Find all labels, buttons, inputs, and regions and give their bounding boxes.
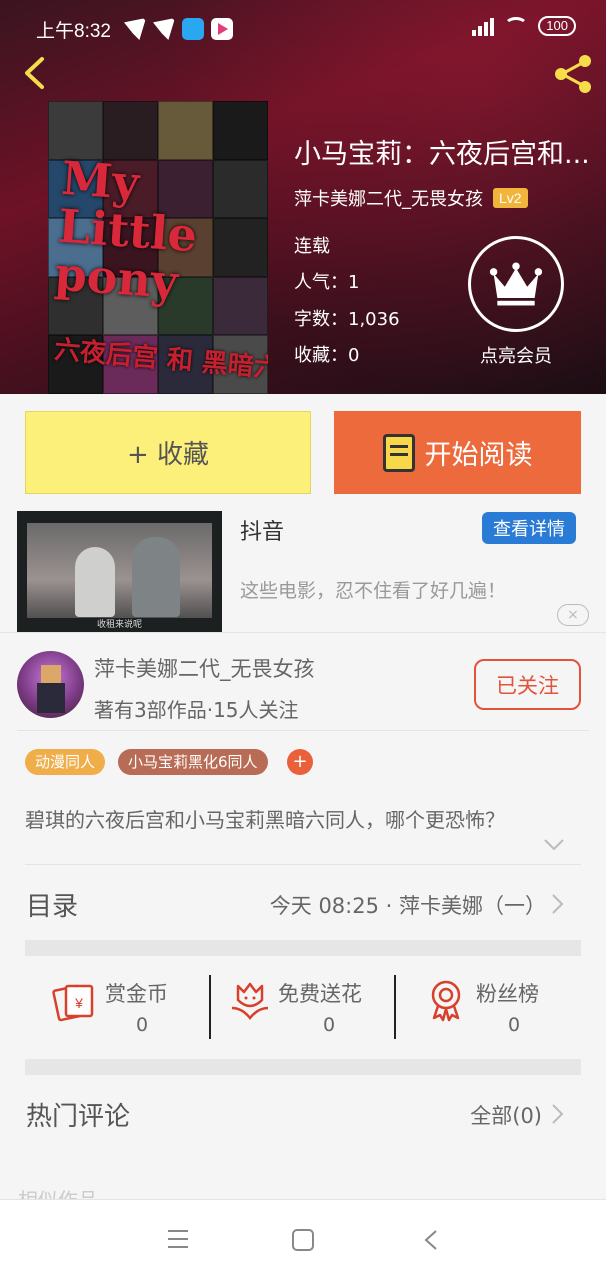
bird-app-icon <box>153 18 175 40</box>
red-envelope-icon: ¥ <box>52 984 94 1022</box>
divider <box>209 975 211 1039</box>
divider <box>17 730 589 731</box>
chevron-left-icon <box>25 57 44 89</box>
author-name[interactable]: 萍卡美娜二代_无畏女孩 <box>294 185 483 211</box>
fan-ranking-count: 0 <box>508 1014 521 1036</box>
flower-icon <box>231 982 269 1021</box>
popularity: 人气：1 <box>294 272 360 293</box>
add-tag-button[interactable]: + <box>287 749 313 775</box>
catalog-label: 目录 <box>26 892 79 922</box>
chevron-down-icon[interactable] <box>543 838 565 852</box>
divider <box>25 864 581 865</box>
fan-ranking-label: 粉丝榜 <box>476 982 539 1006</box>
crown-icon <box>468 236 564 332</box>
status-time: 上午8:32 <box>36 21 111 42</box>
share-icon <box>555 55 591 93</box>
book-title: 小马宝莉：六夜后宫和... <box>294 139 590 170</box>
collect-button[interactable]: + 收藏 <box>25 411 311 494</box>
chevron-right-icon <box>552 1104 564 1124</box>
followed-button[interactable]: 已关注 <box>474 659 581 710</box>
home-icon[interactable] <box>292 1229 314 1251</box>
chevron-right-icon <box>552 894 564 914</box>
tag-mlp-dark[interactable]: 小马宝莉黑化6同人 <box>118 749 268 775</box>
bird-app-icon <box>124 18 146 40</box>
vip-label: 点亮会员 <box>480 346 552 367</box>
free-flowers-label: 免费送花 <box>278 982 362 1006</box>
section-separator <box>25 1059 581 1075</box>
level-badge: Lv2 <box>493 188 528 208</box>
divider <box>0 632 606 633</box>
view-details-button[interactable]: 查看详情 <box>482 512 576 544</box>
book-icon <box>382 433 415 472</box>
ad-image-caption: 收租来说呢 <box>96 620 142 630</box>
play-store-icon <box>211 18 233 40</box>
author-card-name[interactable]: 萍卡美娜二代_无畏女孩 <box>94 653 315 683</box>
start-reading-label: 开始阅读 <box>424 440 533 471</box>
book-summary: 碧琪的六夜后宫和小马宝莉黑暗六同人，哪个更恐怖？ <box>25 808 505 832</box>
system-nav-bar <box>0 1199 606 1280</box>
word-count: 字数：1,036 <box>294 309 400 330</box>
menu-icon[interactable] <box>168 1230 188 1248</box>
ad-title[interactable]: 抖音 <box>240 514 284 546</box>
status-bar: 上午8:32 100 <box>0 0 606 46</box>
collect-label: + 收藏 <box>126 440 210 470</box>
section-separator <box>25 940 581 956</box>
book-header: 上午8:32 100 My Little pony 六夜后宫 和 黑暗六同人 小… <box>0 0 606 394</box>
start-reading-button[interactable]: 开始阅读 <box>334 411 581 494</box>
divider <box>394 975 396 1039</box>
latest-chapter: 今天 08:25 · 萍卡美娜（一） <box>269 894 546 918</box>
ad-description[interactable]: 这些电影，忍不住看了好几遍！ <box>240 576 506 603</box>
reward-coins-count: 0 <box>136 1014 149 1036</box>
hot-comments-label: 热门评论 <box>26 1102 131 1132</box>
free-flowers-count: 0 <box>323 1014 336 1036</box>
reward-coins-label: 赏金币 <box>105 982 168 1006</box>
battery-icon: 100 <box>538 16 576 36</box>
tag-anime-fanfic[interactable]: 动漫同人 <box>25 749 106 775</box>
author-row[interactable]: 萍卡美娜二代_无畏女孩 Lv2 <box>294 185 528 211</box>
share-button[interactable] <box>552 54 594 94</box>
collection-count: 收藏：0 <box>294 345 360 366</box>
vip-button[interactable]: 点亮会员 <box>466 236 566 368</box>
author-card-stats: 著有3部作品·15人关注 <box>94 698 299 722</box>
signal-icon <box>468 16 495 36</box>
back-button[interactable] <box>18 56 52 90</box>
avatar[interactable] <box>17 651 84 718</box>
ad-close-button[interactable]: × <box>557 604 589 626</box>
book-cover[interactable]: My Little pony 六夜后宫 和 黑暗六同人 <box>48 101 268 394</box>
ad-image[interactable]: 收租来说呢 <box>17 511 222 632</box>
cover-title: My Little pony <box>53 150 199 310</box>
fan-ranking[interactable]: 粉丝榜 0 <box>424 972 606 1040</box>
serial-status: 连载 <box>294 236 330 257</box>
back-icon[interactable] <box>423 1229 439 1251</box>
svg-text:¥: ¥ <box>74 995 83 1011</box>
app-square-icon <box>182 18 204 40</box>
all-comments-link[interactable]: 全部(0) <box>470 1100 542 1130</box>
free-flowers[interactable]: 免费送花 0 <box>228 972 413 1040</box>
notification-icons <box>124 18 233 40</box>
wifi-icon <box>504 17 529 35</box>
medal-icon <box>431 980 461 1022</box>
